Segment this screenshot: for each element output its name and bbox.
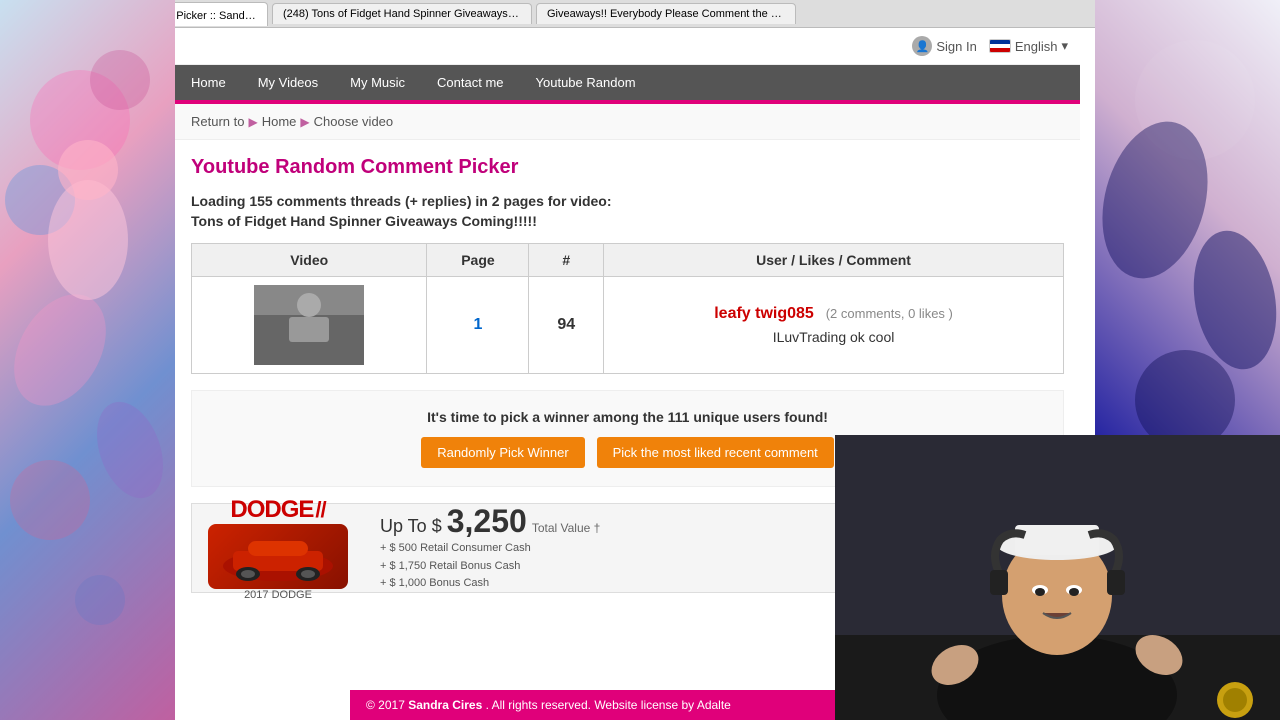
ad-price: 3,250 (447, 503, 527, 539)
winner-text: It's time to pick a winner among the 111… (208, 409, 1047, 425)
winner-suffix: unique users found! (693, 409, 828, 425)
user-comment-header: leafy twig085 (2 comments, 0 likes ) (616, 305, 1051, 323)
copyright-symbol: © 2017 (366, 698, 405, 712)
flag-icon (989, 39, 1011, 53)
sign-in-link[interactable]: 👤 Sign In (912, 36, 976, 56)
random-pick-button[interactable]: Randomly Pick Winner (421, 437, 585, 468)
breadcrumb-current: Choose video (314, 114, 394, 129)
footer-rights: . All rights reserved. Website license b… (486, 698, 731, 712)
language-selector[interactable]: English ▾ (989, 38, 1068, 54)
top-auth-bar: 👤 Sign In English ▾ (175, 28, 1080, 65)
page-count: 2 (492, 193, 500, 209)
dodge-slashes-icon: // (315, 497, 325, 523)
comment-count: 155 (249, 193, 272, 209)
tab-2[interactable]: (248) Tons of Fidget Hand Spinner Giveaw… (272, 3, 532, 24)
col-header-video: Video (192, 244, 427, 277)
most-liked-button[interactable]: Pick the most liked recent comment (597, 437, 834, 468)
page-link-cell: 1 (427, 277, 529, 374)
footer-author: Sandra Cires (408, 698, 482, 712)
nav-contact-me[interactable]: Contact me (421, 65, 519, 100)
comment-text: ILuvTrading ok cool (616, 329, 1051, 345)
winner-prefix: It's time to pick a winner among the (427, 409, 664, 425)
breadcrumb-prefix: Return to (191, 114, 244, 129)
ad-total-label: Total Value † (532, 521, 601, 535)
username-link[interactable]: leafy twig085 (714, 305, 814, 322)
unique-users-count: 111 (668, 409, 690, 425)
table-row: 1 94 leafy twig085 (2 comments, 0 likes … (192, 277, 1064, 374)
video-thumbnail (254, 285, 364, 365)
user-icon: 👤 (912, 36, 932, 56)
breadcrumb-arrow-2: ▶ (300, 115, 309, 129)
tab-2-label: (248) Tons of Fidget Hand Spinner Giveaw… (283, 8, 532, 20)
tab-3[interactable]: Giveaways!! Everybody Please Comment the… (536, 3, 796, 24)
footer-copyright: © 2017 Sandra Cires . All rights reserve… (366, 698, 731, 712)
loading-prefix: Loading (191, 193, 245, 209)
ad-year: 2017 DODGE (244, 589, 312, 601)
webcam-feed (835, 435, 1280, 720)
page-link[interactable]: 1 (474, 316, 483, 333)
car-image (208, 524, 348, 589)
dropdown-arrow-icon: ▾ (1061, 38, 1068, 54)
dodge-logo: DODGE // (230, 496, 325, 524)
nav-youtube-random[interactable]: Youtube Random (520, 65, 652, 100)
loading-info: Loading 155 comments threads (+ replies)… (191, 193, 1064, 209)
page-title: Youtube Random Comment Picker (191, 156, 1064, 179)
browser-bar: Youtube Random Comment Picker :: Sandra … (0, 0, 1280, 28)
comment-number-cell: 94 (529, 277, 604, 374)
dodge-brand: DODGE (230, 496, 313, 524)
comment-number: 94 (557, 316, 575, 333)
language-label: English (1015, 39, 1058, 54)
breadcrumb-arrow-1: ▶ (248, 115, 257, 129)
col-header-user: User / Likes / Comment (604, 244, 1064, 277)
main-nav: Home My Videos My Music Contact me Youtu… (175, 65, 1080, 100)
ad-offer-prefix: Up To $ (380, 516, 442, 536)
video-thumb-cell (192, 277, 427, 374)
nav-home[interactable]: Home (175, 65, 242, 100)
left-bg (0, 0, 175, 720)
results-table: Video Page # User / Likes / Comment (191, 243, 1064, 374)
loading-suffix: pages for video: (503, 193, 611, 209)
breadcrumb: Return to ▶ Home ▶ Choose video (175, 104, 1080, 140)
comment-meta: (2 comments, 0 likes ) (826, 306, 953, 321)
user-comment-cell: leafy twig085 (2 comments, 0 likes ) ILu… (604, 277, 1064, 374)
col-header-page: Page (427, 244, 529, 277)
webcam-overlay (835, 435, 1280, 720)
video-title: Tons of Fidget Hand Spinner Giveaways Co… (191, 213, 1064, 229)
breadcrumb-home[interactable]: Home (262, 114, 297, 129)
col-header-num: # (529, 244, 604, 277)
tab-3-label: Giveaways!! Everybody Please Comment the… (547, 8, 796, 20)
loading-middle: comments threads (+ replies) in (277, 193, 488, 209)
sign-in-label: Sign In (936, 39, 976, 54)
nav-my-music[interactable]: My Music (334, 65, 421, 100)
nav-my-videos[interactable]: My Videos (242, 65, 334, 100)
